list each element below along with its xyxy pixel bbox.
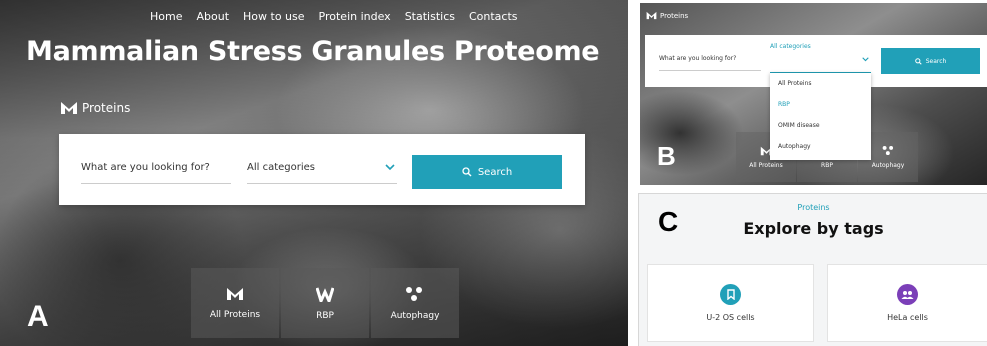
- search-button[interactable]: Search: [412, 155, 562, 189]
- tile-label: All Proteins: [209, 309, 261, 320]
- search-input[interactable]: What are you looking for?: [81, 156, 231, 184]
- tag-card-label: U-2 OS cells: [706, 313, 755, 322]
- top-nav: Home About How to use Protein index Stat…: [150, 10, 518, 23]
- dropdown-option-all-proteins[interactable]: All Proteins: [770, 73, 871, 94]
- page-title: Mammalian Stress Granules Proteome: [26, 36, 600, 67]
- tag-card-label: HeLa cells: [887, 313, 928, 322]
- tile-label: RBP: [316, 310, 334, 321]
- autophagy-dots-icon: [882, 145, 893, 156]
- nav-about[interactable]: About: [196, 10, 229, 23]
- chevron-down-icon: [385, 164, 395, 171]
- search-icon: [914, 57, 922, 65]
- tile-rbp[interactable]: RBP: [281, 268, 369, 338]
- rbp-logo-icon: [316, 287, 334, 302]
- proteins-logo-icon: [646, 11, 657, 20]
- panel-label-c: C: [658, 206, 679, 237]
- tile-label: Autophagy: [390, 310, 440, 321]
- proteins-tab[interactable]: Proteins: [60, 101, 130, 115]
- search-button-label: Search: [925, 57, 947, 65]
- tag-icon-circle: [720, 284, 741, 305]
- bookmark-icon: [726, 289, 735, 300]
- section-title: Explore by tags: [743, 219, 884, 238]
- tile-label: All Proteins: [749, 161, 783, 169]
- dropdown-option-omim-disease[interactable]: OMIM disease: [770, 115, 871, 136]
- panel-label-a: A: [27, 300, 49, 333]
- category-tiles: All Proteins RBP Autophagy: [191, 268, 459, 338]
- tile-label: Autophagy: [871, 162, 905, 169]
- chevron-down-icon: [862, 57, 869, 62]
- panel-c-explore-tags: Proteins Explore by tags C U-2 OS cells …: [638, 193, 987, 346]
- proteins-logo-icon: [227, 287, 243, 300]
- search-button-label: Search: [477, 166, 513, 178]
- nav-home[interactable]: Home: [150, 10, 182, 23]
- dropdown-option-rbp[interactable]: RBP: [770, 94, 871, 115]
- tag-icon-circle: [897, 284, 918, 305]
- search-button[interactable]: Search: [881, 48, 980, 74]
- proteins-tab[interactable]: Proteins: [646, 11, 688, 20]
- tag-card-hela[interactable]: HeLa cells: [827, 264, 987, 342]
- nav-statistics[interactable]: Statistics: [405, 10, 455, 23]
- nav-how-to-use[interactable]: How to use: [243, 10, 305, 23]
- panel-label-b: B: [657, 141, 676, 171]
- autophagy-dots-icon: [406, 286, 422, 301]
- dropdown-option-autophagy[interactable]: Autophagy: [770, 136, 871, 157]
- tile-all-proteins[interactable]: All Proteins: [191, 268, 279, 338]
- proteins-tab-label: Proteins: [82, 101, 131, 115]
- group-icon: [901, 290, 914, 299]
- tile-label: RBP: [821, 162, 833, 169]
- section-breadcrumb[interactable]: Proteins: [639, 203, 987, 212]
- category-dropdown-menu: All Proteins RBP OMIM disease Autophagy: [770, 73, 871, 160]
- proteins-logo-icon: [61, 102, 77, 114]
- panel-a-homepage: Home About How to use Protein index Stat…: [0, 0, 628, 346]
- search-panel: What are you looking for? All categories…: [59, 134, 585, 205]
- proteins-tab-label: Proteins: [660, 11, 689, 20]
- category-select[interactable]: All categories: [247, 156, 397, 184]
- search-input[interactable]: What are you looking for?: [659, 51, 761, 71]
- category-select-label: All categories: [770, 43, 811, 50]
- nav-protein-index[interactable]: Protein index: [319, 10, 391, 23]
- nav-contacts[interactable]: Contacts: [469, 10, 518, 23]
- search-icon: [462, 167, 472, 177]
- tile-autophagy[interactable]: Autophagy: [371, 268, 459, 338]
- tag-card-u2os[interactable]: U-2 OS cells: [647, 264, 814, 342]
- category-select[interactable]: [770, 53, 871, 73]
- category-select-value: All categories: [247, 162, 315, 173]
